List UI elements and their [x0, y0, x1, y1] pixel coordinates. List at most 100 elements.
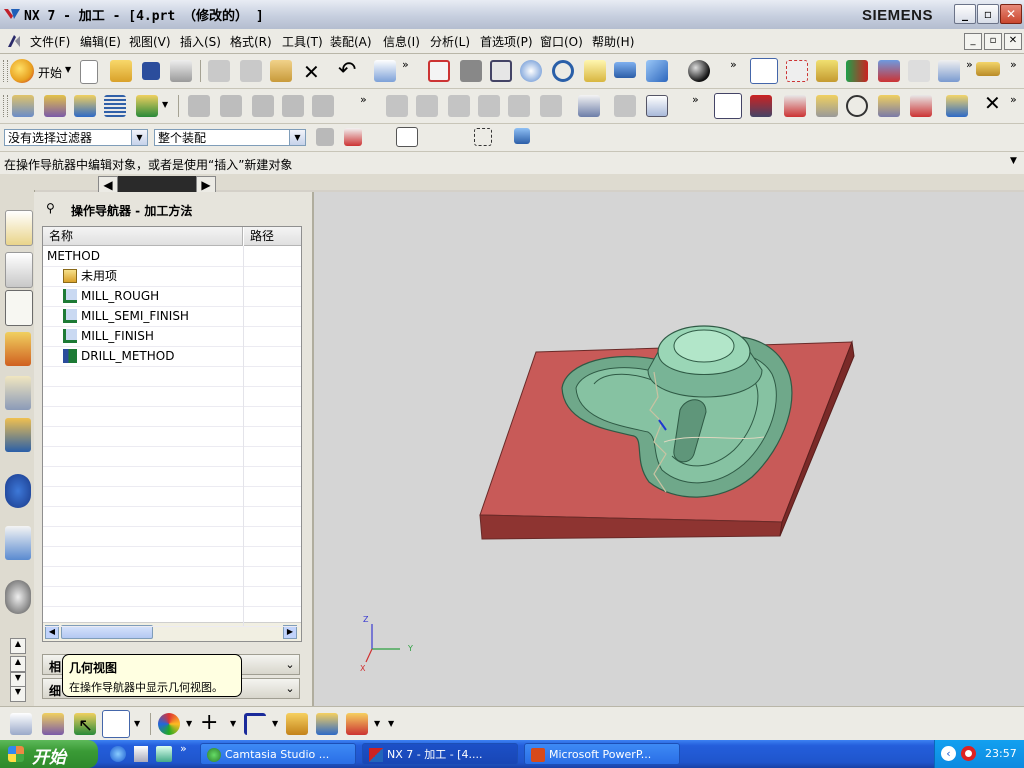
pan-icon[interactable] [584, 60, 606, 82]
chevron-down-icon[interactable]: ▼ [134, 719, 140, 728]
start-icon[interactable] [10, 59, 34, 83]
windows-start-button[interactable]: 开始 [0, 740, 98, 768]
menu-assemblies[interactable]: 装配(A) [330, 33, 372, 50]
shop-doc-icon[interactable] [646, 95, 668, 117]
op-delete-icon[interactable] [312, 95, 334, 117]
create-geometry-icon[interactable] [74, 95, 96, 117]
menu-edit[interactable]: 编辑(E) [80, 33, 121, 50]
op-copy-icon[interactable] [220, 95, 242, 117]
toolbar-grip[interactable] [3, 60, 8, 82]
scroll-up-icon[interactable]: ▲ [10, 656, 26, 672]
ruler-icon[interactable] [976, 62, 1000, 76]
restore-button[interactable]: ▫ [977, 4, 999, 24]
tree-row-mill-finish[interactable]: MILL_FINISH [43, 326, 301, 347]
close-icon[interactable]: ✕ [984, 91, 1001, 115]
menu-preferences[interactable]: 首选项(P) [480, 33, 533, 50]
operation-navigator-tab[interactable] [5, 290, 33, 326]
explorer-icon[interactable] [134, 746, 148, 762]
undo-icon[interactable]: ↶ [338, 58, 356, 83]
zoom-icon[interactable] [490, 60, 512, 82]
dropdown-arrow-icon[interactable]: ▼ [131, 130, 147, 145]
machine-tool-view-icon[interactable] [42, 713, 64, 735]
rotate-icon[interactable] [552, 60, 574, 82]
start-menu-button[interactable]: 开始 [38, 64, 62, 81]
op-cut-icon[interactable] [188, 95, 210, 117]
method-edit-icon[interactable] [816, 95, 838, 117]
chevron-down-icon[interactable]: ▼ [374, 719, 380, 728]
chevron-down-icon[interactable]: ▼ [65, 65, 71, 74]
constraint-navigator-tab[interactable] [5, 252, 33, 288]
program-order-view-icon[interactable] [10, 713, 32, 735]
selection-icon[interactable] [374, 60, 396, 82]
datum-icon[interactable] [346, 713, 368, 735]
task-camtasia[interactable]: Camtasia Studio ... [200, 743, 356, 765]
more-chevron-icon[interactable]: » [360, 93, 367, 106]
filter-settings-icon[interactable] [316, 128, 334, 146]
more-chevron-icon[interactable]: » [692, 93, 699, 106]
tree-row-method[interactable]: METHOD [43, 246, 301, 267]
paste-icon[interactable] [270, 60, 292, 82]
create-method-icon[interactable] [104, 95, 126, 117]
history-clock-icon[interactable] [5, 580, 31, 614]
color-icon[interactable] [158, 713, 180, 735]
perspective-icon[interactable] [614, 62, 636, 78]
create-program-icon[interactable] [12, 95, 34, 117]
assembly-navigator-tab[interactable] [5, 210, 33, 246]
verify-icon[interactable] [878, 60, 900, 82]
save-icon[interactable] [142, 62, 160, 80]
minimize-button[interactable]: _ [954, 4, 976, 24]
op-paste-inside-icon[interactable] [282, 95, 304, 117]
column-header-path[interactable]: 路径 [244, 227, 301, 246]
chevron-down-icon[interactable]: ▼ [272, 719, 278, 728]
snap-icon[interactable] [786, 60, 808, 82]
tool-path-icon[interactable] [878, 95, 900, 117]
graphics-window[interactable]: Z Y X [314, 192, 1024, 740]
rectangle-select-icon[interactable] [474, 128, 492, 146]
open-icon[interactable] [110, 60, 132, 82]
verify-path-icon[interactable] [478, 95, 500, 117]
menu-format[interactable]: 格式(R) [230, 33, 272, 50]
more-chevron-icon[interactable]: » [1010, 58, 1017, 71]
delete-icon[interactable]: ✕ [303, 60, 320, 84]
create-tool-icon[interactable] [44, 95, 66, 117]
op-paste-icon[interactable] [252, 95, 274, 117]
web-browser-tab[interactable] [5, 526, 31, 560]
feature-icon[interactable] [286, 713, 308, 735]
tree-row-drill-method[interactable]: DRILL_METHOD [43, 346, 301, 367]
print-icon[interactable] [170, 60, 192, 82]
copy-icon[interactable] [240, 60, 262, 82]
list-path-icon[interactable] [448, 95, 470, 117]
scroll-thumb[interactable] [61, 625, 153, 639]
ie-icon[interactable] [110, 746, 126, 762]
orient-view-icon[interactable] [688, 60, 710, 82]
roles-tab[interactable] [5, 418, 31, 452]
program-order-view-icon[interactable] [714, 93, 742, 119]
point-icon[interactable]: + [200, 710, 218, 735]
media-icon[interactable] [156, 746, 172, 762]
filter-icon[interactable] [938, 60, 960, 82]
tree-row-unused[interactable]: 未用项 [43, 266, 301, 287]
doc-close-button[interactable]: ✕ [1004, 33, 1022, 50]
scroll-down-icon[interactable]: ▼ [10, 686, 26, 702]
zoom-window-icon[interactable] [460, 60, 482, 82]
scroll-right-icon[interactable]: ▶ [283, 625, 297, 639]
chevron-down-icon[interactable]: ▼ [1010, 156, 1017, 166]
magnify-icon[interactable] [520, 60, 542, 82]
cube-icon[interactable] [514, 128, 530, 144]
chevron-down-icon[interactable]: ⌄ [281, 679, 299, 698]
fit-icon[interactable] [428, 60, 450, 82]
more-chevron-icon[interactable]: » [402, 58, 409, 71]
menu-window[interactable]: 窗口(O) [540, 33, 583, 50]
tree-row-mill-rough[interactable]: MILL_ROUGH [43, 286, 301, 307]
clsf-icon[interactable] [614, 95, 636, 117]
more-chevron-icon[interactable]: » [966, 58, 973, 71]
cut-icon[interactable] [208, 60, 230, 82]
menu-tools[interactable]: 工具(T) [282, 33, 323, 50]
sketch-icon[interactable] [316, 713, 338, 735]
generate-path-icon[interactable] [386, 95, 408, 117]
snap-point-icon[interactable] [344, 128, 362, 146]
feed-icon[interactable] [784, 95, 806, 117]
close-button[interactable]: ✕ [1000, 4, 1022, 24]
info-icon[interactable] [5, 474, 31, 508]
create-operation-icon[interactable] [136, 95, 158, 117]
